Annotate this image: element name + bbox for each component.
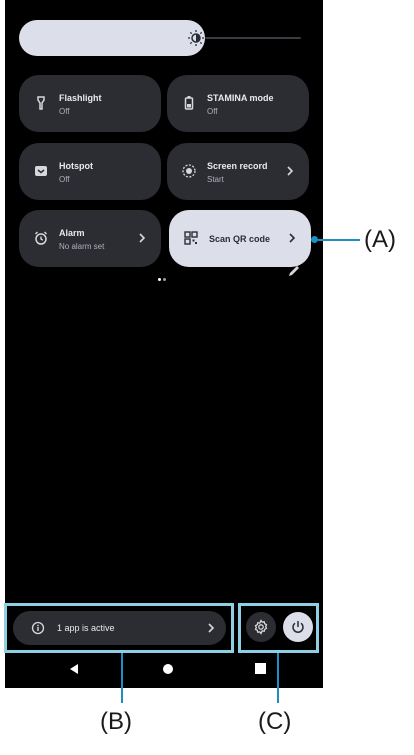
active-apps-label: 1 app is active xyxy=(57,623,115,633)
power-icon xyxy=(292,621,304,633)
tile-status: Off xyxy=(59,175,70,184)
callout-b-line xyxy=(121,653,123,703)
tile-flashlight[interactable]: Flashlight Off xyxy=(19,75,161,132)
home-icon[interactable] xyxy=(162,663,174,675)
callout-label-a: (A) xyxy=(364,226,396,253)
recent-apps-icon[interactable] xyxy=(255,663,266,674)
navigation-bar xyxy=(5,653,323,688)
battery-icon xyxy=(184,96,194,110)
tile-title: Flashlight xyxy=(59,93,102,103)
chevron-right-icon xyxy=(289,233,296,243)
chevron-right-icon xyxy=(139,233,146,243)
brightness-track xyxy=(205,37,301,39)
tile-stamina-mode[interactable]: STAMINA mode Off xyxy=(167,75,309,132)
tile-title: Alarm xyxy=(59,228,85,238)
hotspot-icon xyxy=(35,166,47,176)
brightness-fill xyxy=(19,20,205,56)
callout-c-line xyxy=(277,653,279,703)
tile-status: No alarm set xyxy=(59,242,105,251)
tile-screen-record[interactable]: Screen record Start xyxy=(167,143,309,200)
info-icon xyxy=(31,621,45,635)
tile-status: Start xyxy=(207,175,224,184)
qr-code-icon xyxy=(184,231,198,245)
quick-settings-panel: Flashlight Off STAMINA mode Off Hotspot … xyxy=(5,0,323,688)
pencil-icon[interactable] xyxy=(287,264,301,278)
tile-alarm[interactable]: Alarm No alarm set xyxy=(19,210,161,267)
callout-label-c: (C) xyxy=(258,708,292,735)
record-icon xyxy=(182,164,196,178)
brightness-icon xyxy=(188,30,204,46)
alarm-clock-icon xyxy=(35,231,47,245)
callout-a-marker xyxy=(311,236,318,243)
tile-title: Hotspot xyxy=(59,161,93,171)
chevron-right-icon xyxy=(287,166,294,176)
tile-title: Scan QR code xyxy=(209,234,271,244)
settings-button[interactable] xyxy=(246,612,276,642)
tile-status: Off xyxy=(59,107,70,116)
active-apps-button[interactable]: 1 app is active xyxy=(13,611,226,645)
page-dot xyxy=(163,278,166,281)
power-button[interactable] xyxy=(283,612,313,642)
tile-hotspot[interactable]: Hotspot Off xyxy=(19,143,161,200)
back-icon[interactable] xyxy=(67,662,81,676)
flashlight-icon xyxy=(37,96,45,110)
tile-title: STAMINA mode xyxy=(207,93,274,103)
page-dot-current xyxy=(158,278,161,281)
tile-status: Off xyxy=(207,107,218,116)
chevron-right-icon xyxy=(208,623,215,633)
tile-title: Screen record xyxy=(207,161,268,171)
callout-label-b: (B) xyxy=(100,708,132,735)
tile-scan-qr-code[interactable]: Scan QR code xyxy=(169,210,311,267)
page-indicator xyxy=(158,268,168,286)
brightness-slider[interactable] xyxy=(19,20,301,56)
gear-icon xyxy=(254,619,268,635)
callout-a-line xyxy=(318,239,360,241)
